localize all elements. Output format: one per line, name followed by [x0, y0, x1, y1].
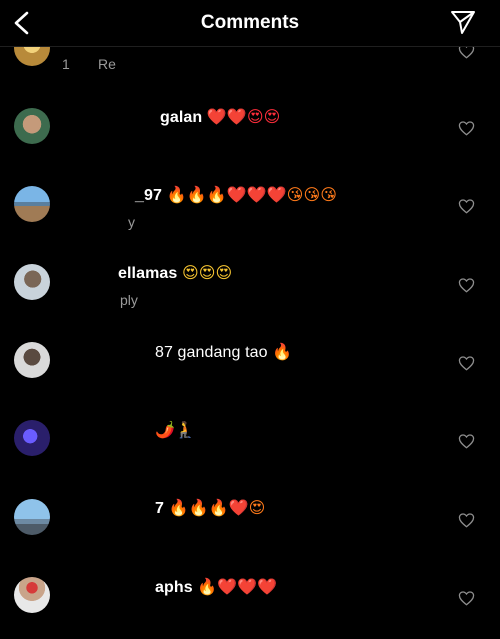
- paper-plane-icon[interactable]: [450, 9, 476, 35]
- reply-link[interactable]: ply: [120, 292, 138, 308]
- comment-text: aphs 🔥❤️❤️❤️: [155, 577, 277, 597]
- comment-emojis: 🔥: [272, 342, 293, 361]
- avatar[interactable]: [14, 264, 50, 300]
- comment-emojis: 🔥🔥🔥❤️😍: [168, 498, 266, 517]
- comment-text: 7 🔥🔥🔥❤️😍: [155, 498, 265, 518]
- page-title: Comments: [200, 12, 300, 33]
- comment-emojis: 🌶️🧎: [155, 420, 196, 439]
- comment-text: galan ❤️❤️😍😍: [160, 107, 280, 127]
- comment-body: galan: [160, 109, 203, 126]
- comment-text: 🌶️🧎: [155, 420, 195, 440]
- comment-body: aphs: [155, 579, 193, 596]
- header-bar: Comments: [0, 0, 500, 47]
- comment-body: ellamas: [118, 265, 178, 282]
- avatar[interactable]: [14, 342, 50, 378]
- heart-outline-icon[interactable]: [458, 433, 475, 449]
- heart-outline-icon[interactable]: [458, 512, 475, 528]
- reply-link[interactable]: Re: [98, 56, 116, 72]
- heart-outline-icon[interactable]: [458, 120, 475, 136]
- avatar[interactable]: [14, 420, 50, 456]
- avatar[interactable]: [14, 108, 50, 144]
- heart-outline-icon[interactable]: [458, 590, 475, 606]
- comment-body: 87 gandang tao: [155, 344, 268, 361]
- heart-outline-icon[interactable]: [458, 355, 475, 371]
- comment-text: _97 🔥🔥🔥❤️❤️❤️😘😘😘: [135, 185, 337, 205]
- heart-outline-icon[interactable]: [458, 198, 475, 214]
- avatar[interactable]: [14, 577, 50, 613]
- avatar[interactable]: [14, 186, 50, 222]
- comment-emojis: ❤️❤️😍😍: [206, 107, 281, 126]
- comments-list: 1 Re galan ❤️❤️😍😍 _97 🔥🔥🔥❤️❤️❤️😘😘😘 y ell…: [0, 0, 500, 639]
- comment-text: 87 gandang tao 🔥: [155, 342, 292, 362]
- comment-body: 7: [155, 500, 164, 517]
- avatar[interactable]: [14, 499, 50, 535]
- comment-emojis: 🔥❤️❤️❤️: [197, 577, 278, 596]
- comment-text: ellamas 😍😍😍: [118, 263, 232, 283]
- comment-body: _97: [135, 187, 162, 204]
- reply-link[interactable]: y: [128, 214, 135, 230]
- comment-emojis: 😍😍😍: [181, 263, 233, 282]
- comment-like-count[interactable]: 1: [62, 56, 70, 72]
- comment-emojis: 🔥🔥🔥❤️❤️❤️😘😘😘: [166, 185, 338, 204]
- heart-outline-icon[interactable]: [458, 277, 475, 293]
